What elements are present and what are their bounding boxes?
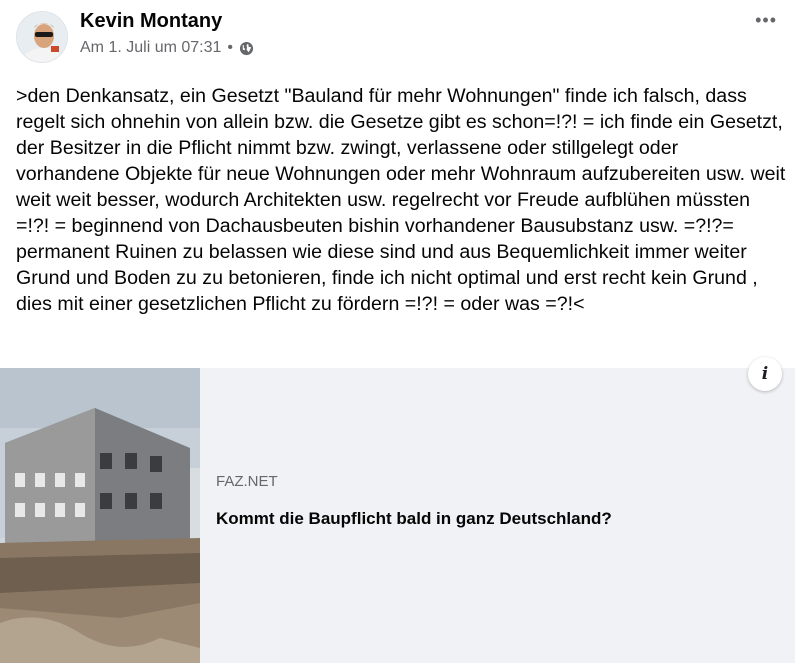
author-name[interactable]: Kevin Montany xyxy=(80,10,222,33)
post-text: >den Denkansatz, ein Gesetzt "Bauland fü… xyxy=(16,85,791,315)
meta-separator: • xyxy=(227,39,234,56)
info-button[interactable]: i xyxy=(748,357,782,391)
avatar-image xyxy=(17,12,67,62)
link-source: FAZ.NET xyxy=(216,473,278,490)
globe-icon[interactable] xyxy=(239,41,254,56)
avatar[interactable] xyxy=(16,11,68,63)
link-thumbnail xyxy=(0,368,200,663)
link-title[interactable]: Kommt die Baupflicht bald in ganz Deutsc… xyxy=(216,509,612,529)
post-meta: Am 1. Juli um 07:31 • xyxy=(80,39,254,57)
link-preview-card[interactable]: FAZ.NET Kommt die Baupflicht bald in gan… xyxy=(0,368,795,663)
post-header: Kevin Montany Am 1. Juli um 07:31 • ••• xyxy=(0,0,795,70)
more-options-button[interactable]: ••• xyxy=(755,10,777,31)
post-timestamp[interactable]: Am 1. Juli um 07:31 xyxy=(80,39,221,57)
